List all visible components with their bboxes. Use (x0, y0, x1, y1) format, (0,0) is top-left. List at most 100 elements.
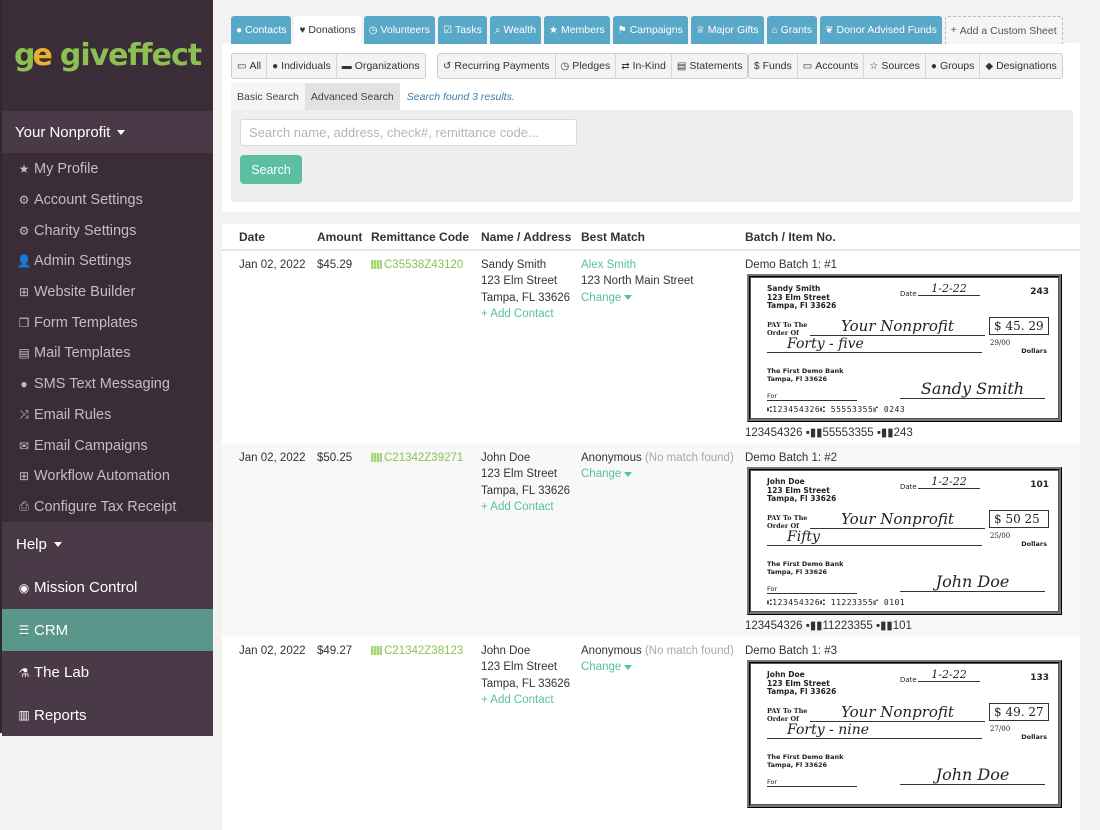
check-image[interactable]: John Doe 123 Elm Street Tampa, Fl 33626 Dat… (747, 467, 1062, 615)
sidebar-item-workflow-automation[interactable]: ⊞ Workflow Automation (2, 461, 213, 492)
filter-accounts[interactable]: ▭ Accounts (798, 54, 865, 78)
help-dropdown[interactable]: Help (2, 522, 213, 567)
change-match-dropdown[interactable]: Change (581, 466, 734, 482)
check-amount-words: Forty - nine (767, 722, 982, 739)
logo[interactable]: ge giveffect (2, 0, 213, 111)
globe-icon: ◉ (18, 580, 30, 595)
add-contact-link[interactable]: + Add Contact (481, 692, 570, 708)
bank-city: Tampa, Fl 33626 (767, 761, 828, 769)
tab-donor-advised-funds[interactable]: ❦ Donor Advised Funds (820, 16, 942, 44)
nav-the-lab[interactable]: ⚗ The Lab (2, 651, 213, 694)
tab-wealth[interactable]: ⌕ Wealth (489, 16, 541, 44)
header-best-match[interactable]: Best Match (581, 230, 645, 244)
remittance-code-cell[interactable]: C35538Z43120 (371, 257, 463, 273)
heart-icon: ♥ (299, 24, 306, 36)
search-button[interactable]: Search (240, 155, 302, 184)
remittance-code[interactable]: C21342Z39271 (384, 452, 463, 464)
tab-major-gifts[interactable]: ♕ Major Gifts (690, 16, 764, 44)
change-match-dropdown[interactable]: Change (581, 290, 694, 306)
filter-in-kind[interactable]: ⇄ In-Kind (616, 54, 672, 78)
filter-label: Funds (762, 60, 792, 72)
filter-groups[interactable]: ● Groups (926, 54, 981, 78)
tab-contacts[interactable]: ● Contacts (231, 16, 292, 44)
sidebar-item-form-templates[interactable]: ❐ Form Templates (2, 307, 213, 338)
add-contact-link[interactable]: + Add Contact (481, 306, 570, 322)
tab-label: Donations (308, 24, 356, 36)
check-image[interactable]: John Doe 123 Elm Street Tampa, Fl 33626 Dat… (747, 660, 1062, 808)
tab-basic-search[interactable]: Basic Search (231, 83, 305, 110)
check-payer-line: Tampa, Fl 33626 (767, 301, 837, 310)
remittance-code[interactable]: C35538Z43120 (384, 259, 463, 271)
sidebar-item-charity-settings[interactable]: ⚙ Charity Settings (2, 215, 213, 246)
table-row[interactable]: Jan 02, 2022 $45.29 C35538Z43120 Sandy Smit… (222, 251, 1080, 444)
sidebar-item-mail-templates[interactable]: ▤ Mail Templates (2, 338, 213, 369)
bank-city: Tampa, Fl 33626 (767, 375, 828, 383)
tab-donations[interactable]: ♥ Donations (294, 16, 361, 44)
tab-volunteers[interactable]: ◷ Volunteers (363, 16, 436, 44)
sidebar-item-my-profile[interactable]: ★ My Profile (2, 154, 213, 185)
filter-organizations[interactable]: ▬ Organizations (337, 54, 425, 78)
amount-cell: $50.25 (317, 452, 353, 464)
check-micr-line: ⑆123454326⑆ 55553355⑈ 0243 (767, 405, 906, 414)
nav-label: Mission Control (34, 579, 138, 596)
match-name: Anonymous (581, 452, 642, 464)
nav-reports[interactable]: ▥ Reports (2, 693, 213, 737)
table-row[interactable]: Jan 02, 2022 $49.27 C21342Z38123 John Doe 12… (222, 637, 1080, 830)
barcode-icon (371, 260, 382, 269)
filter-individuals[interactable]: ● Individuals (267, 54, 337, 78)
sidebar-item-sms-text-messaging[interactable]: ● SMS Text Messaging (2, 369, 213, 400)
nav-crm[interactable]: ☰ CRM (2, 608, 213, 652)
sidebar-item-email-rules[interactable]: ⤨ Email Rules (2, 400, 213, 431)
tab-tasks[interactable]: ☑ Tasks (438, 16, 487, 44)
check-payer-line: Tampa, Fl 33626 (767, 494, 837, 503)
remittance-code-cell[interactable]: C21342Z39271 (371, 450, 463, 466)
flag-icon: ⚑ (617, 24, 627, 36)
remittance-code-cell[interactable]: C21342Z38123 (371, 643, 463, 659)
header-name-address[interactable]: Name / Address (481, 230, 571, 244)
tab-grants[interactable]: ⌂ Grants (766, 16, 818, 44)
sidebar-item-label: SMS Text Messaging (34, 376, 170, 393)
table-row[interactable]: Jan 02, 2022 $50.25 C21342Z39271 John Doe 12… (222, 444, 1080, 637)
header-amount[interactable]: Amount (317, 230, 362, 244)
nav-mission-control[interactable]: ◉ Mission Control (2, 566, 213, 609)
sidebar-item-account-settings[interactable]: ⚙ Account Settings (2, 185, 213, 216)
change-label: Change (581, 291, 622, 304)
user-icon: 👤 (16, 254, 32, 269)
sidebar-item-email-campaigns[interactable]: ✉ Email Campaigns (2, 430, 213, 461)
remittance-code[interactable]: C21342Z38123 (384, 645, 463, 657)
check-image[interactable]: Sandy Smith 123 Elm Street Tampa, Fl 33626… (747, 274, 1062, 422)
header-batch[interactable]: Batch / Item No. (745, 230, 836, 244)
tab-add-a-custom-sheet[interactable]: + Add a Custom Sheet (944, 16, 1063, 44)
tab-campaigns[interactable]: ⚑ Campaigns (612, 16, 688, 44)
donations-table: Date Amount Remittance Code Name / Addre… (222, 224, 1080, 830)
filter-designations[interactable]: ◆ Designations (980, 54, 1061, 78)
org-dropdown[interactable]: Your Nonprofit (2, 111, 213, 153)
sidebar-item-label: Email Campaigns (34, 437, 148, 454)
check-micr-line: ⑆123454326⑆ 11223355⑈ 0101 (767, 598, 906, 607)
header-date[interactable]: Date (239, 230, 265, 244)
filter-funds[interactable]: $ Funds (749, 54, 798, 78)
user-icon: ● (236, 24, 243, 36)
leaf-icon: ❦ (825, 24, 834, 36)
print-icon: ⎙ (19, 499, 29, 514)
search-input[interactable] (240, 119, 577, 146)
change-match-dropdown[interactable]: Change (581, 659, 734, 675)
filter-sources[interactable]: ☆ Sources (864, 54, 926, 78)
sidebar-item-website-builder[interactable]: ⊞ Website Builder (2, 277, 213, 308)
tab-members[interactable]: ★ Members (543, 16, 610, 44)
filter-recurring-payments[interactable]: ↺ Recurring Payments (438, 54, 556, 78)
list-icon: ☰ (18, 623, 30, 637)
batch-item: Demo Batch 1: #1 (745, 259, 838, 271)
tab-advanced-search[interactable]: Advanced Search (304, 83, 400, 110)
match-name[interactable]: Alex Smith (581, 259, 636, 271)
filter-pledges[interactable]: ◷ Pledges (556, 54, 617, 78)
check-memo: For (767, 392, 857, 401)
gear-icon: ⚙ (18, 193, 30, 208)
tab-label: Wealth (503, 24, 536, 36)
add-contact-link[interactable]: + Add Contact (481, 499, 570, 515)
sidebar-item-configure-tax-receipt[interactable]: ⎙ Configure Tax Receipt (2, 492, 213, 523)
filter-statements[interactable]: ▤ Statements (672, 54, 748, 78)
header-remittance-code[interactable]: Remittance Code (371, 230, 469, 244)
filter-all[interactable]: ▭ All (232, 54, 268, 78)
sidebar-item-admin-settings[interactable]: 👤 Admin Settings (2, 246, 213, 277)
